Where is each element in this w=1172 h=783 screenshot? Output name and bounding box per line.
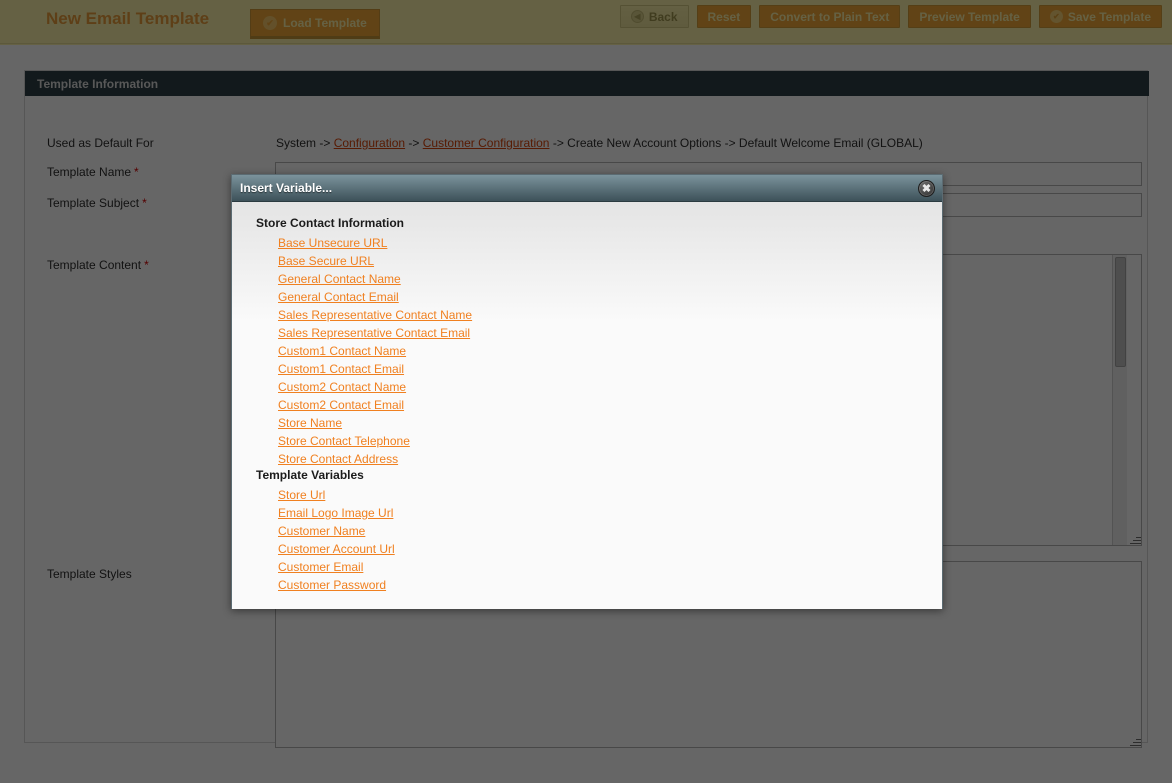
variable-group-store-contact-information: Store Contact Information Base Unsecure … [256,216,942,468]
list-item: General Contact Name [278,270,942,288]
variable-link-sales-representative-contact-name[interactable]: Sales Representative Contact Name [278,308,472,322]
variable-link-customer-name[interactable]: Customer Name [278,524,365,538]
variable-group-template-variables: Template Variables Store Url Email Logo … [256,468,942,594]
variable-link-email-logo-image-url[interactable]: Email Logo Image Url [278,506,393,520]
list-item: Customer Account Url [278,540,942,558]
list-item: Store Contact Telephone [278,432,942,450]
variable-link-base-secure-url[interactable]: Base Secure URL [278,254,374,268]
close-icon[interactable]: ✖ [918,180,935,197]
variable-link-customer-account-url[interactable]: Customer Account Url [278,542,395,556]
list-item: Base Secure URL [278,252,942,270]
variable-link-store-contact-telephone[interactable]: Store Contact Telephone [278,434,410,448]
app-window: Locale English (United States) New Email… [0,0,1172,783]
variable-link-general-contact-name[interactable]: General Contact Name [278,272,401,286]
variable-link-sales-representative-contact-email[interactable]: Sales Representative Contact Email [278,326,470,340]
list-item: Customer Password [278,576,942,594]
variable-list: Store Url Email Logo Image Url Customer … [278,486,942,594]
variable-link-base-unsecure-url[interactable]: Base Unsecure URL [278,236,387,250]
list-item: Store Url [278,486,942,504]
list-item: Custom1 Contact Name [278,342,942,360]
list-item: General Contact Email [278,288,942,306]
variable-link-custom2-contact-name[interactable]: Custom2 Contact Name [278,380,406,394]
dialog-titlebar[interactable]: Insert Variable... ✖ [232,175,942,202]
variable-link-customer-email[interactable]: Customer Email [278,560,363,574]
group-heading: Store Contact Information [256,216,405,230]
list-item: Sales Representative Contact Email [278,324,942,342]
variable-list: Base Unsecure URL Base Secure URL Genera… [278,234,942,468]
variable-link-general-contact-email[interactable]: General Contact Email [278,290,399,304]
list-item: Customer Name [278,522,942,540]
variable-link-custom1-contact-name[interactable]: Custom1 Contact Name [278,344,406,358]
dialog-title: Insert Variable... [240,181,333,195]
dialog-body: Store Contact Information Base Unsecure … [232,202,942,609]
list-item: Custom2 Contact Name [278,378,942,396]
list-item: Email Logo Image Url [278,504,942,522]
list-item: Custom2 Contact Email [278,396,942,414]
variable-link-customer-password[interactable]: Customer Password [278,578,386,592]
variable-link-custom1-contact-email[interactable]: Custom1 Contact Email [278,362,404,376]
variable-link-store-contact-address[interactable]: Store Contact Address [278,452,398,466]
list-item: Custom1 Contact Email [278,360,942,378]
variable-link-custom2-contact-email[interactable]: Custom2 Contact Email [278,398,404,412]
list-item: Sales Representative Contact Name [278,306,942,324]
list-item: Customer Email [278,558,942,576]
list-item: Store Contact Address [278,450,942,468]
group-heading: Template Variables [256,468,364,482]
variable-link-store-url[interactable]: Store Url [278,488,325,502]
variable-link-store-name[interactable]: Store Name [278,416,342,430]
insert-variable-dialog: Insert Variable... ✖ Store Contact Infor… [231,174,943,609]
list-item: Base Unsecure URL [278,234,942,252]
list-item: Store Name [278,414,942,432]
modal-dim-overlay-header[interactable] [0,0,1172,45]
